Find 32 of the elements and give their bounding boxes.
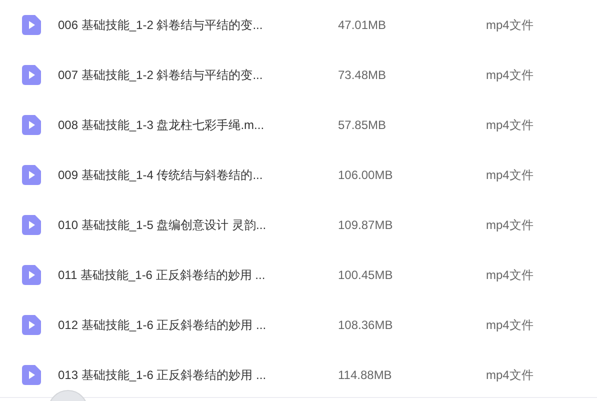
file-type: mp4文件 [486, 17, 534, 34]
file-name[interactable]: 009 基础技能_1-4 传统结与斜卷结的... [58, 166, 338, 184]
file-size: 57.85MB [338, 117, 388, 134]
file-size: 109.87MB [338, 217, 394, 234]
video-file-icon [22, 165, 41, 185]
file-name[interactable]: 008 基础技能_1-3 盘龙柱七彩手绳.m... [58, 116, 338, 134]
file-type: mp4文件 [486, 67, 534, 84]
file-name[interactable]: 006 基础技能_1-2 斜卷结与平结的变... [58, 16, 338, 34]
file-type: mp4文件 [486, 117, 534, 134]
file-type: mp4文件 [486, 267, 534, 284]
file-type: mp4文件 [486, 317, 534, 334]
file-size: 106.00MB [338, 167, 394, 184]
file-name[interactable]: 013 基础技能_1-6 正反斜卷结的妙用 ... [58, 366, 338, 384]
file-type: mp4文件 [486, 217, 534, 234]
video-file-icon [22, 115, 41, 135]
file-size: 108.36MB [338, 317, 394, 334]
file-size: 47.01MB [338, 17, 388, 34]
file-type: mp4文件 [486, 367, 534, 384]
file-name[interactable]: 012 基础技能_1-6 正反斜卷结的妙用 ... [58, 316, 338, 334]
file-type: mp4文件 [486, 167, 534, 184]
video-file-icon [22, 65, 41, 85]
file-size: 114.88MB [338, 367, 393, 384]
video-file-icon [22, 215, 41, 235]
file-name[interactable]: 010 基础技能_1-5 盘编创意设计 灵韵... [58, 216, 338, 234]
video-file-icon [22, 265, 41, 285]
file-size: 100.45MB [338, 267, 394, 284]
video-file-icon [22, 315, 41, 335]
video-file-icon [22, 365, 41, 385]
file-size: 73.48MB [338, 67, 388, 84]
file-name[interactable]: 007 基础技能_1-2 斜卷结与平结的变... [58, 66, 338, 84]
video-file-icon [22, 15, 41, 35]
file-name[interactable]: 011 基础技能_1-6 正反斜卷结的妙用 ... [58, 266, 338, 284]
